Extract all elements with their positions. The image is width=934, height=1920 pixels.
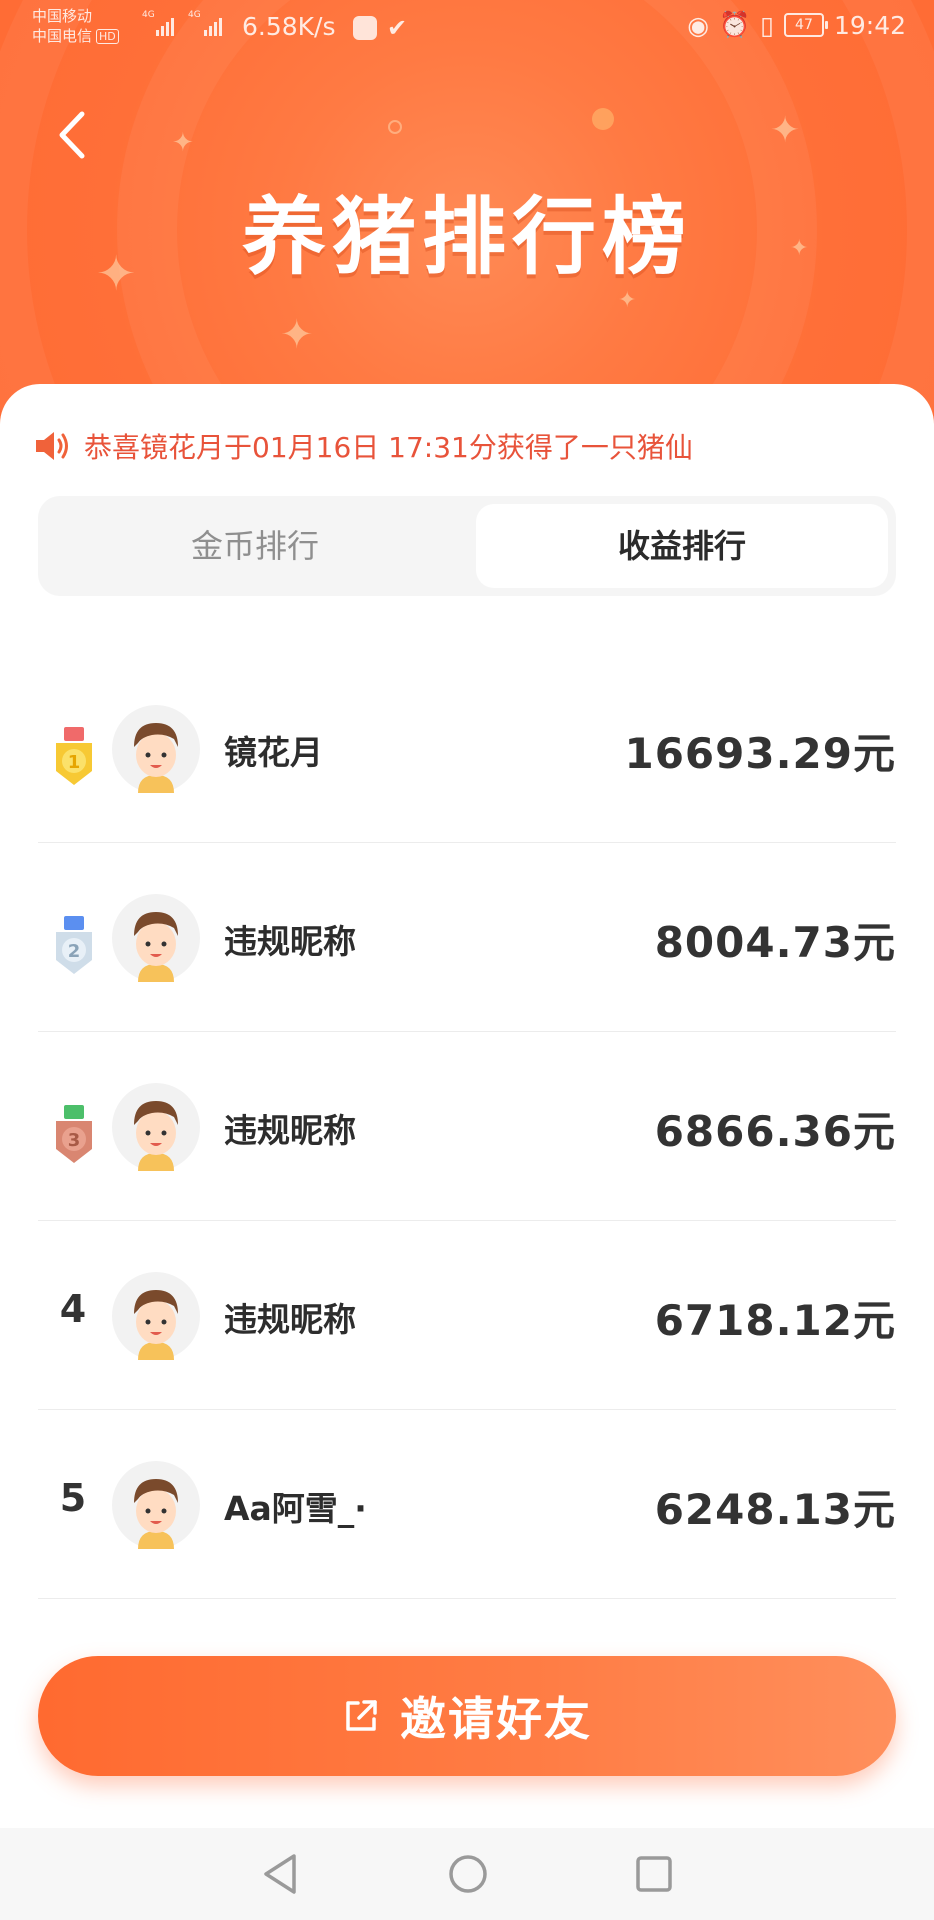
clock-time: 19:42 [833, 10, 906, 40]
status-icons: ◉ ⏰ ▯ 47 19:42 [687, 10, 906, 40]
avatar [112, 1461, 200, 1549]
user-name: 镜花月 [224, 733, 323, 772]
rank-row[interactable]: 1 镜花月 16693.29元 [38, 654, 896, 843]
status-bar: 中国移动 中国电信 HD 4G 4G 6.58K/s ✔ ◉ ⏰ ▯ 47 19:… [0, 0, 934, 56]
notice-banner: 恭喜镜花月于01月16日 17:31分获得了一只猪仙 [34, 424, 693, 468]
nav-recents-icon[interactable] [632, 1850, 676, 1898]
speaker-icon [36, 432, 68, 460]
chevron-left-icon [59, 111, 85, 159]
tab-coin-ranking[interactable]: 金币排行 [46, 504, 464, 588]
income-amount: 6248.13元 [654, 1485, 896, 1534]
bronze-medal-icon: 3 [56, 1105, 92, 1163]
alarm-icon: ⏰ [719, 10, 751, 39]
back-button[interactable] [52, 108, 96, 162]
header: ✦ ✦ ✦ ✦ ✦ ✦ 中国移动 中国电信 HD 4G 4G 6.58K/s ✔ … [0, 0, 934, 440]
carrier-2: 中国电信 [32, 27, 93, 45]
income-amount: 6718.12元 [654, 1296, 896, 1345]
rank-row-partial [38, 1599, 896, 1612]
battery-icon: 47 [783, 13, 828, 37]
hd-badge: HD [96, 29, 119, 44]
income-amount: 16693.29元 [624, 729, 896, 778]
sparkle-icon: ✦ [618, 288, 637, 313]
app-notification-icon [353, 16, 377, 40]
rank-number: 4 [59, 1287, 87, 1331]
rank-list: 1 镜花月 16693.29元 2 违规昵称 8004.73元 3 违规昵称 6… [0, 654, 934, 1612]
sparkle-icon: ✦ [770, 110, 801, 151]
notice-text: 恭喜镜花月于01月16日 17:31分获得了一只猪仙 [84, 431, 693, 464]
medal-number: 3 [68, 1130, 81, 1151]
network-speed: 6.58K/s [242, 12, 336, 41]
tab-income-ranking[interactable]: 收益排行 [476, 504, 888, 588]
avatar [112, 705, 200, 793]
user-name: Aa阿雪_· [224, 1489, 367, 1528]
rank-row[interactable]: 2 违规昵称 8004.73元 [38, 843, 896, 1032]
avatar [112, 1083, 200, 1171]
rank-row[interactable]: 4 违规昵称 6718.12元 [38, 1221, 896, 1410]
signal-icon [156, 16, 174, 36]
avatar [112, 1272, 200, 1360]
medal-number: 1 [68, 752, 81, 773]
system-nav-bar [0, 1828, 934, 1920]
share-external-icon [346, 1700, 377, 1731]
gold-medal-icon: 1 [56, 727, 92, 785]
silver-medal-icon: 2 [56, 916, 92, 974]
vibrate-icon: ▯ [760, 10, 774, 40]
user-name: 违规昵称 [224, 1300, 356, 1339]
nav-home-icon[interactable] [446, 1850, 490, 1898]
user-name: 违规昵称 [224, 1111, 356, 1150]
decor-dot [592, 108, 614, 130]
ranking-tabs: 金币排行 收益排行 [38, 496, 896, 596]
decor-dot [388, 120, 402, 134]
income-amount: 6866.36元 [654, 1107, 896, 1156]
signal-icon [204, 16, 222, 36]
sparkle-icon: ✦ [172, 128, 194, 158]
eye-icon: ◉ [687, 10, 710, 40]
carrier-info: 中国移动 中国电信 HD [32, 6, 119, 46]
income-amount: 8004.73元 [654, 918, 896, 967]
avatar [112, 894, 200, 982]
carrier-1: 中国移动 [32, 7, 93, 25]
invite-friends-button[interactable]: 邀请好友 [38, 1656, 896, 1776]
rank-number: 5 [59, 1476, 87, 1520]
page-title: 养猪排行榜 [241, 188, 692, 286]
user-name: 违规昵称 [224, 922, 356, 961]
rank-row[interactable]: 3 违规昵称 6866.36元 [38, 1032, 896, 1221]
invite-label: 邀请好友 [400, 1692, 592, 1746]
network-type-1: 4G [142, 10, 155, 20]
sparkle-icon: ✦ [280, 312, 314, 358]
nav-back-icon[interactable] [258, 1850, 302, 1898]
notification-icon: ✔ [387, 14, 408, 42]
medal-number: 2 [68, 941, 81, 962]
rank-row[interactable]: 5 Aa阿雪_· 6248.13元 [38, 1410, 896, 1599]
network-type-2: 4G [188, 10, 201, 20]
